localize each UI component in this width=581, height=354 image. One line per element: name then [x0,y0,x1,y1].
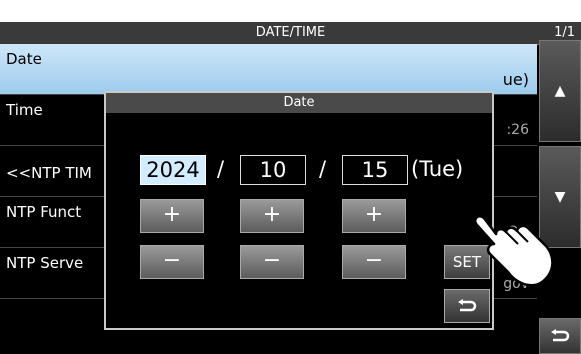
date-dialog: Date 2024 / 10 / 15 (Tue) + + + − − − SE… [104,91,494,330]
menu-item-label: Time [6,101,43,119]
menu-item-label: <<NTP TIM [6,164,92,182]
weekday-label: (Tue) [411,157,464,181]
menu-item-label: NTP Funct [6,203,82,221]
page-indicator: 1/1 [554,25,575,40]
year-plus-button[interactable]: + [140,199,204,233]
year-minus-button[interactable]: − [140,245,204,279]
radio-screen: DATE/TIME 1/1 Date ue) Time :26 <<NTP TI… [0,22,581,354]
tap-hand-icon [473,215,554,287]
arrow-down-icon: ▼ [554,189,566,205]
menu-item-label: Date [6,50,42,68]
menu-item-label: NTP Serve [6,254,84,272]
menu-item-value: :26 [506,122,529,138]
title-bar: DATE/TIME 1/1 [0,22,581,45]
dialog-title: Date [106,93,492,113]
screen-back-button[interactable] [539,318,581,354]
back-arrow-icon [458,299,477,312]
scroll-up-button[interactable]: ▲ [539,40,581,142]
day-plus-button[interactable]: + [342,199,406,233]
month-minus-button[interactable]: − [240,245,304,279]
date-separator: / [217,157,225,181]
day-field[interactable]: 15 [342,155,408,185]
month-field[interactable]: 10 [240,155,306,185]
date-separator: / [319,157,327,181]
menu-item-value: ue) [502,70,529,89]
day-minus-button[interactable]: − [342,245,406,279]
menu-item-date[interactable]: Date ue) [0,44,537,95]
back-arrow-icon [551,329,570,342]
screen-title: DATE/TIME [255,25,326,40]
arrow-up-icon: ▲ [554,83,566,99]
month-plus-button[interactable]: + [240,199,304,233]
year-field[interactable]: 2024 [140,155,206,185]
